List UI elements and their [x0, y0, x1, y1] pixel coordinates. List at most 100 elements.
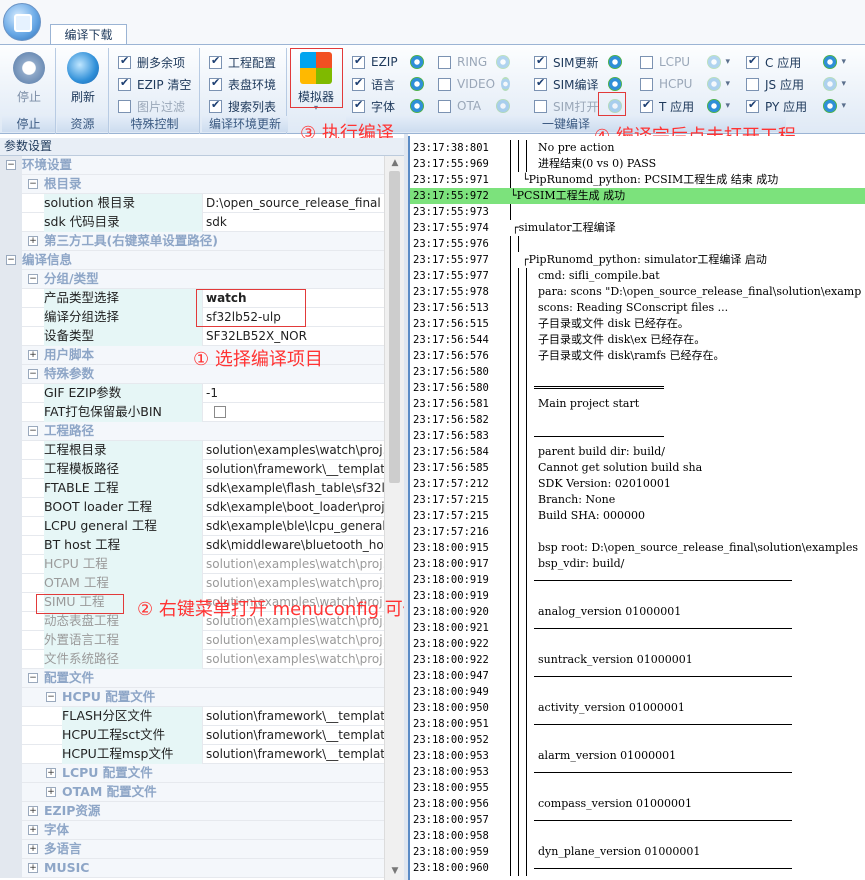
checkbox-box[interactable] [640, 98, 653, 113]
checkbox-box[interactable] [534, 99, 547, 113]
collapse-icon[interactable]: − [6, 160, 16, 170]
gear-icon[interactable] [707, 77, 722, 91]
checkbox-items-1[interactable]: EZIP 清空 [118, 74, 198, 94]
property-row[interactable]: sdk 代码目录 sdk [0, 213, 384, 232]
chevron-down-icon[interactable]: ▾ [725, 79, 730, 89]
chevron-down-icon[interactable]: ▾ [841, 79, 846, 89]
gear-icon[interactable] [823, 55, 838, 69]
checkbox-box[interactable] [209, 54, 222, 69]
property-category[interactable]: + 用户脚本 [0, 346, 384, 365]
checkbox-col4-2[interactable]: T 应用 ▾ [640, 96, 730, 116]
property-category[interactable]: − 特殊参数 [0, 365, 384, 384]
checkbox-box[interactable] [118, 54, 131, 69]
expand-icon[interactable]: + [28, 350, 38, 360]
gear-icon[interactable] [823, 99, 838, 113]
checkbox-box[interactable] [118, 76, 131, 91]
checkbox-col2-2[interactable]: OTA [438, 96, 510, 116]
property-row[interactable]: 产品类型选择 watch [0, 289, 384, 308]
checkbox-box[interactable] [118, 99, 131, 113]
property-value[interactable]: sdk\example\ble\lcpu_general\... [202, 517, 384, 536]
checkbox-items-1[interactable]: 表盘环境 [209, 74, 289, 94]
property-value[interactable]: solution\examples\watch\proj... [202, 441, 384, 460]
checkbox-items-0[interactable]: 删多余项 [118, 52, 198, 72]
checkbox-box[interactable] [746, 98, 759, 113]
checkbox-col3-0[interactable]: SIM更新 [534, 52, 622, 72]
property-value[interactable]: solution\framework\__templat... [202, 745, 384, 764]
checkbox-col5-2[interactable]: PY 应用 ▾ [746, 96, 846, 116]
property-value[interactable]: solution\examples\watch\proj... [202, 631, 384, 650]
property-row[interactable]: BOOT loader 工程 sdk\example\boot_loader\pr… [0, 498, 384, 517]
expand-icon[interactable]: + [28, 806, 38, 816]
checkbox-items-2[interactable]: 图片过滤 [118, 96, 198, 116]
chevron-down-icon[interactable]: ▾ [841, 57, 846, 67]
property-category[interactable]: − 环境设置 [0, 156, 384, 175]
collapse-icon[interactable]: − [6, 255, 16, 265]
collapse-icon[interactable]: − [28, 369, 38, 379]
expand-icon[interactable]: + [28, 825, 38, 835]
property-value[interactable] [202, 403, 384, 422]
collapse-icon[interactable]: − [46, 692, 56, 702]
checkbox-box[interactable] [438, 77, 451, 91]
checkbox-col5-1[interactable]: JS 应用 ▾ [746, 74, 846, 94]
collapse-icon[interactable]: − [28, 179, 38, 189]
chevron-down-icon[interactable]: ▾ [725, 101, 730, 111]
checkbox[interactable] [214, 406, 226, 418]
property-row[interactable]: 设备类型 SF32LB52X_NOR [0, 327, 384, 346]
checkbox-col2-1[interactable]: VIDEO [438, 74, 510, 94]
property-row[interactable]: FAT打包保留最小BIN [0, 403, 384, 422]
gear-icon[interactable] [410, 99, 424, 113]
gear-icon[interactable] [608, 77, 622, 91]
checkbox-col1-0[interactable]: EZIP [352, 52, 424, 72]
checkbox-col4-0[interactable]: LCPU ▾ [640, 52, 730, 72]
property-grid[interactable]: − 环境设置 − 根目录 solution 根目录 D:\open_source_rele… [0, 156, 384, 880]
property-category[interactable]: + EZIP资源 [0, 802, 384, 821]
gear-icon[interactable] [707, 55, 722, 69]
property-row[interactable]: OTAM 工程 solution\examples\watch\proj... [0, 574, 384, 593]
property-value[interactable]: solution\framework\__templat... [202, 460, 384, 479]
property-category[interactable]: − HCPU 配置文件 [0, 688, 384, 707]
checkbox-box[interactable] [746, 77, 759, 91]
checkbox-col1-1[interactable]: 语言 [352, 74, 424, 94]
scroll-down-icon[interactable]: ▼ [389, 866, 401, 878]
property-row[interactable]: HCPU工程msp文件 solution\framework\__templat.… [0, 745, 384, 764]
gear-icon[interactable] [823, 77, 838, 91]
property-row[interactable]: 文件系统路径 solution\examples\watch\proj... [0, 650, 384, 669]
scroll-up-icon[interactable]: ▲ [389, 158, 401, 170]
checkbox-items-2[interactable]: 搜索列表 [209, 96, 289, 116]
checkbox-box[interactable] [534, 54, 547, 69]
app-menu-button[interactable] [3, 3, 41, 41]
property-category[interactable]: + OTAM 配置文件 [0, 783, 384, 802]
checkbox-box[interactable] [352, 98, 365, 113]
property-category[interactable]: + 字体 [0, 821, 384, 840]
gear-icon[interactable] [496, 55, 510, 69]
property-category[interactable]: − 工程路径 [0, 422, 384, 441]
scroll-thumb[interactable] [389, 171, 400, 483]
property-row[interactable]: FLASH分区文件 solution\framework\__templat... [0, 707, 384, 726]
checkbox-box[interactable] [209, 98, 222, 113]
property-row[interactable]: HCPU 工程 solution\examples\watch\proj... [0, 555, 384, 574]
property-value[interactable]: -1 [202, 384, 384, 403]
expand-icon[interactable]: + [46, 768, 56, 778]
property-category[interactable]: + MUSIC [0, 859, 384, 878]
collapse-icon[interactable]: − [28, 426, 38, 436]
expand-icon[interactable]: + [28, 236, 38, 246]
checkbox-box[interactable] [746, 54, 759, 69]
log-output[interactable]: 23:17:38:801 No pre action 23:17:55:969 进程结… [408, 136, 865, 880]
gear-icon[interactable] [501, 77, 510, 91]
checkbox-col1-2[interactable]: 字体 [352, 96, 424, 116]
property-scrollbar[interactable]: ▲ ▼ [384, 156, 404, 880]
gear-icon[interactable] [608, 55, 622, 69]
expand-icon[interactable]: + [46, 787, 56, 797]
property-category[interactable]: − 编译信息 [0, 251, 384, 270]
property-row[interactable]: FTABLE 工程sdk\example\flash_table\sf32lb.… [0, 479, 384, 498]
property-value[interactable]: solution\framework\__templat... [202, 726, 384, 745]
checkbox-box[interactable] [640, 55, 653, 69]
checkbox-box[interactable] [209, 76, 222, 91]
property-row[interactable]: GIF EZIP参数 -1 [0, 384, 384, 403]
property-row[interactable]: 外置语言工程 solution\examples\watch\proj... [0, 631, 384, 650]
property-category[interactable]: + LCPU 配置文件 [0, 764, 384, 783]
checkbox-col3-1[interactable]: SIM编译 [534, 74, 622, 94]
stop-button[interactable]: 停止 [4, 52, 54, 114]
property-value[interactable]: solution\examples\watch\proj... [202, 574, 384, 593]
checkbox-box[interactable] [438, 55, 451, 69]
